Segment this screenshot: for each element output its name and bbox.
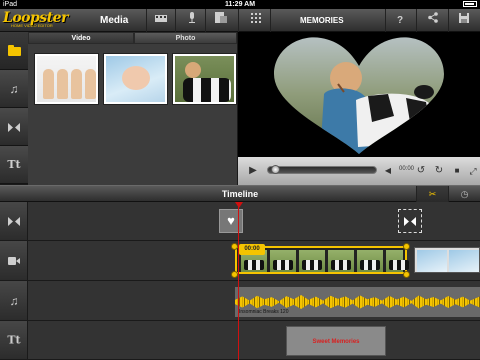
audio-tool-button[interactable]: ♫ bbox=[0, 70, 28, 108]
playhead-marker[interactable] bbox=[235, 202, 243, 208]
media-thumbnail-babies[interactable] bbox=[34, 53, 99, 105]
undo-icon[interactable]: ↺ bbox=[412, 162, 430, 180]
import-icon[interactable] bbox=[212, 12, 230, 29]
music-note-icon: ♫ bbox=[9, 293, 19, 308]
audio-track-name: Insomniac Breaks 120 bbox=[239, 309, 289, 315]
folder-icon bbox=[7, 45, 21, 57]
bowtie-icon bbox=[404, 213, 416, 228]
volume-icon[interactable]: ◀ bbox=[379, 162, 397, 180]
redo-icon[interactable]: ↻ bbox=[430, 162, 448, 180]
text-icon: Tt bbox=[7, 158, 21, 171]
film-strip-icon[interactable] bbox=[152, 12, 170, 29]
audio-lane-label: ♫ bbox=[0, 281, 28, 320]
media-thumbnail-boy-with-calf[interactable] bbox=[172, 53, 237, 105]
clip-start-handle[interactable] bbox=[231, 243, 238, 250]
top-bar: Loopster HOME VIDEO EDITOR Media MEMORIE… bbox=[0, 9, 480, 32]
bowtie-icon bbox=[8, 120, 20, 134]
video-camera-icon bbox=[0, 254, 28, 268]
heart-icon: ♥ bbox=[227, 213, 235, 228]
grid-icon[interactable] bbox=[247, 12, 265, 29]
battery-icon bbox=[463, 1, 477, 7]
trim-tool-icon[interactable]: ✂ bbox=[416, 186, 448, 202]
microphone-icon[interactable] bbox=[183, 12, 201, 29]
clip-start-handle-bottom[interactable] bbox=[231, 271, 238, 278]
audio-clip[interactable]: Insomniac Breaks 120 bbox=[235, 287, 480, 317]
titles-tool-button[interactable]: Tt bbox=[0, 146, 28, 184]
fullscreen-icon[interactable]: ⤢ bbox=[464, 162, 480, 180]
tab-photo[interactable]: Photo bbox=[134, 32, 237, 44]
transitions-lane-label bbox=[0, 202, 28, 240]
timeline-header: Timeline ✂ ◷ bbox=[0, 185, 480, 202]
timeline-title: Timeline bbox=[221, 189, 259, 199]
scrub-handle[interactable] bbox=[271, 165, 280, 174]
app-logo: Loopster HOME VIDEO EDITOR bbox=[3, 10, 68, 28]
media-panel: Video Photo bbox=[28, 32, 237, 185]
media-tool-button[interactable] bbox=[0, 32, 28, 70]
clip-end-handle[interactable] bbox=[403, 243, 410, 250]
clock-icon[interactable]: ◷ bbox=[448, 186, 480, 202]
heart-transition[interactable]: ♥ bbox=[219, 209, 243, 233]
video-preview bbox=[238, 32, 480, 157]
video-clip-baby[interactable] bbox=[414, 247, 480, 273]
clip-time-badge: 00:00 bbox=[239, 244, 265, 255]
audio-waveform bbox=[235, 295, 480, 309]
media-tabs: Video Photo bbox=[28, 32, 237, 44]
text-icon: Tt bbox=[7, 333, 21, 347]
clip-end-handle-bottom[interactable] bbox=[403, 271, 410, 278]
playback-controls: ▶ ◀ 00:00 ↺ ↻ ■ ⤢ bbox=[238, 157, 480, 185]
help-button[interactable]: ? bbox=[391, 12, 409, 29]
project-title[interactable]: MEMORIES bbox=[300, 9, 344, 32]
clock: 11:29 AM bbox=[224, 1, 256, 8]
bowtie-icon bbox=[0, 214, 28, 228]
music-note-icon: ♫ bbox=[9, 82, 19, 96]
play-icon[interactable]: ▶ bbox=[244, 162, 262, 180]
text-lane-label: Tt bbox=[0, 321, 28, 359]
scrub-bar[interactable] bbox=[267, 166, 377, 174]
text-lane: Tt bbox=[0, 321, 480, 360]
media-title: Media bbox=[100, 15, 129, 26]
transitions-tool-button[interactable] bbox=[0, 108, 28, 146]
tab-video[interactable]: Video bbox=[28, 32, 134, 44]
text-clip[interactable]: Sweet Memories bbox=[286, 326, 386, 356]
media-thumbnail-sleeping-baby[interactable] bbox=[103, 53, 168, 105]
save-icon[interactable] bbox=[455, 12, 473, 29]
bowtie-transition[interactable] bbox=[398, 209, 422, 233]
share-icon[interactable] bbox=[424, 12, 442, 29]
video-lane-label bbox=[0, 241, 28, 280]
status-bar: iPad 11:29 AM bbox=[0, 0, 480, 9]
heart-framed-photo bbox=[274, 37, 444, 155]
playhead[interactable] bbox=[238, 202, 239, 360]
